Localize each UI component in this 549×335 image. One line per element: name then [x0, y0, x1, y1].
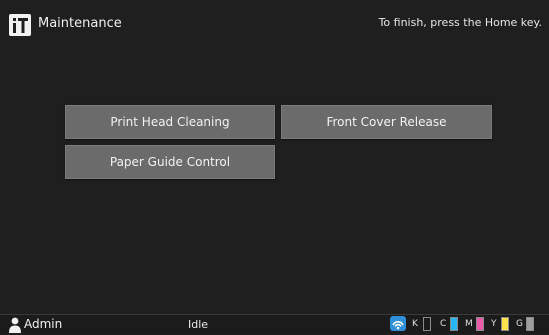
toner-label-k: K: [412, 319, 418, 329]
maintenance-tools-icon: [9, 14, 31, 36]
toner-level-m: [476, 317, 484, 331]
page-title: Maintenance: [38, 16, 122, 31]
toner-level-k: [423, 317, 431, 331]
header-bar: Maintenance To finish, press the Home ke…: [0, 0, 549, 46]
maintenance-screen: Maintenance To finish, press the Home ke…: [0, 0, 549, 333]
print-head-cleaning-button[interactable]: Print Head Cleaning: [65, 105, 275, 139]
paper-guide-control-button[interactable]: Paper Guide Control: [65, 145, 275, 179]
toner-level-y: [501, 317, 509, 331]
user-icon: [9, 317, 21, 333]
toner-label-y: Y: [491, 319, 497, 329]
status-bar: Admin Idle K C M Y G: [0, 314, 549, 333]
toner-label-c: C: [440, 319, 447, 329]
toner-label-g: G: [516, 319, 523, 329]
machine-status: Idle: [188, 318, 209, 331]
toner-label-m: M: [465, 319, 473, 329]
toner-level-g: [526, 317, 534, 331]
finish-hint: To finish, press the Home key.: [378, 16, 542, 29]
wireless-icon[interactable]: [390, 316, 406, 331]
front-cover-release-button[interactable]: Front Cover Release: [281, 105, 492, 139]
user-label[interactable]: Admin: [24, 317, 62, 331]
toner-level-c: [450, 317, 458, 331]
